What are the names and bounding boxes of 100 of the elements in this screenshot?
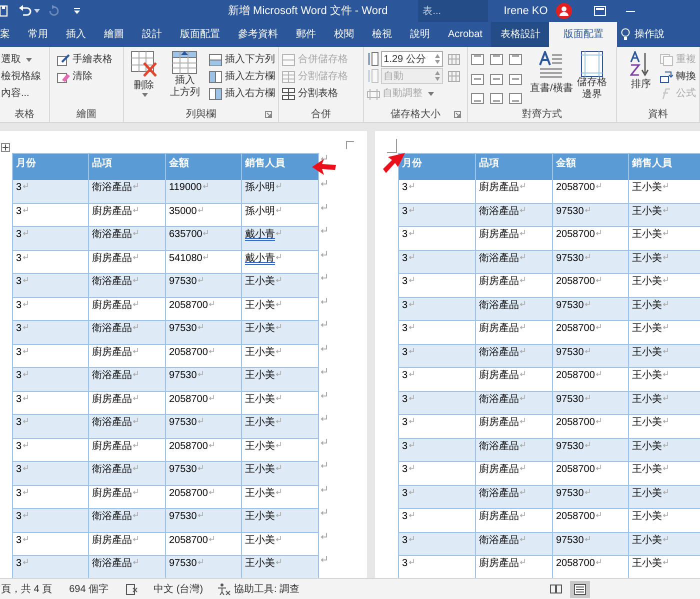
dialog-launcher-icon[interactable]: [454, 110, 461, 118]
insert-left-button[interactable]: 插入左方欄: [209, 68, 276, 85]
ribbon-tab[interactable]: 版面配置: [171, 22, 229, 47]
ribbon-tab[interactable]: 插入: [57, 22, 95, 47]
table-cell: 97530: [169, 322, 197, 336]
end-of-cell-icon: [408, 394, 414, 400]
ribbon-tab[interactable]: 版面配置: [549, 22, 618, 47]
end-of-cell-icon: [198, 465, 203, 470]
language-status[interactable]: 中文 (台灣): [154, 582, 204, 596]
caret-icon[interactable]: [34, 9, 40, 13]
end-of-cell-icon: [133, 465, 138, 470]
table-cell: 戴小青: [245, 252, 275, 266]
end-of-cell-icon: [663, 324, 668, 329]
ribbon-tab[interactable]: 說明: [401, 22, 439, 47]
align-icon[interactable]: [508, 54, 522, 65]
minimize-icon[interactable]: [626, 10, 635, 12]
table-cell: 廚房產品: [92, 252, 132, 266]
align-icon[interactable]: [470, 93, 484, 104]
sort-button[interactable]: 排序: [630, 51, 652, 106]
column-header: 金額: [169, 156, 189, 171]
ribbon-tab[interactable]: 校閱: [325, 22, 363, 47]
end-of-cell-icon: [596, 559, 601, 564]
split-table-icon: [282, 88, 296, 100]
end-of-cell-icon: [520, 206, 525, 212]
table-cell: 王小美: [245, 322, 275, 336]
dialog-launcher-icon[interactable]: [265, 110, 272, 118]
align-icon[interactable]: [490, 74, 503, 85]
undo-icon[interactable]: [18, 5, 32, 17]
ribbon-tab[interactable]: 案: [0, 22, 19, 47]
align-icon[interactable]: [508, 74, 522, 85]
end-of-cell-icon: [276, 254, 281, 258]
align-icon[interactable]: [490, 54, 503, 65]
customize-icon[interactable]: [74, 8, 80, 14]
ribbon-tab[interactable]: 檢視: [363, 22, 401, 47]
ribbon-tab[interactable]: Acrobat: [439, 22, 492, 47]
table-cell: 王小美: [245, 534, 275, 548]
end-of-cell-icon: [22, 465, 28, 470]
convert-button[interactable]: 轉換: [660, 68, 696, 85]
ribbon-tab[interactable]: 表格設計: [491, 22, 550, 47]
ribbon-tab[interactable]: 參考資料: [229, 22, 287, 47]
table-cell: 衛浴產品: [479, 486, 519, 500]
ribbon-tab[interactable]: 郵件: [287, 22, 325, 47]
table-cell: 廚房產品: [479, 275, 519, 289]
end-of-cell-icon: [408, 559, 414, 564]
save-icon[interactable]: [0, 5, 8, 17]
align-icon[interactable]: [490, 93, 503, 104]
table-cell: 衛浴產品: [92, 416, 132, 430]
table-cell: 王小美: [245, 392, 275, 406]
select-button[interactable]: 選取: [1, 51, 41, 68]
end-of-row-icon: [321, 321, 327, 327]
page-count[interactable]: 頁，共 4 頁: [1, 582, 52, 596]
end-of-cell-icon: [276, 206, 281, 212]
text-direction-button[interactable]: 直書/橫書: [530, 51, 573, 106]
end-of-cell-icon: [520, 394, 525, 400]
row-height-field[interactable]: 1.29 公分: [380, 51, 443, 67]
align-icon[interactable]: [470, 74, 484, 85]
ribbon-tab[interactable]: 常用: [19, 22, 57, 47]
end-of-cell-icon: [22, 206, 28, 212]
end-of-cell-icon: [663, 230, 668, 235]
end-of-cell-icon: [276, 183, 281, 188]
properties-button[interactable]: 內容...: [1, 85, 41, 102]
table-cell: 衛浴產品: [92, 322, 132, 336]
insert-below-button[interactable]: 插入下方列: [209, 51, 276, 68]
delete-button[interactable]: 刪除: [127, 51, 162, 106]
row-height-icon: [366, 52, 379, 66]
proofing-icon[interactable]: [126, 584, 138, 594]
merge-cells-icon: [282, 54, 296, 66]
ribbon-tab[interactable]: 繪圖: [95, 22, 133, 47]
ribbon-display-icon[interactable]: [594, 6, 606, 16]
draw-table-button[interactable]: 手繪表格: [56, 51, 113, 68]
word-count[interactable]: 694 個字: [69, 582, 109, 596]
end-of-cell-icon: [276, 559, 281, 564]
table-move-handle-icon[interactable]: [1, 143, 10, 152]
read-mode-icon[interactable]: [550, 584, 562, 594]
table-cell: 王小美: [632, 181, 662, 195]
view-gridlines-button[interactable]: 檢視格線: [1, 68, 41, 85]
end-of-cell-icon: [520, 536, 525, 540]
cell-margins-button[interactable]: 儲存格 邊界: [576, 51, 607, 106]
ribbon-tab[interactable]: 設計: [133, 22, 171, 47]
eraser-button[interactable]: 清除: [56, 68, 113, 85]
table-cell: 3: [402, 486, 408, 500]
accessibility-status[interactable]: 協助工具: 調查: [234, 582, 300, 596]
table-cell: 3: [16, 440, 22, 454]
insert-right-button[interactable]: 插入右方欄: [209, 85, 276, 102]
end-of-cell-icon: [520, 442, 525, 446]
split-table-button[interactable]: 分割表格: [282, 85, 348, 102]
align-icon[interactable]: [470, 54, 484, 65]
table-cell: 衛浴產品: [92, 275, 132, 289]
tell-me-field[interactable]: 操作說: [634, 27, 664, 42]
table-cell: 廚房產品: [92, 534, 132, 548]
table-cell: 2058700: [556, 369, 595, 383]
end-of-cell-icon: [663, 277, 668, 282]
accessibility-icon[interactable]: [217, 583, 232, 595]
end-of-cell-icon: [133, 277, 138, 282]
insert-above-button[interactable]: 插入 上方列: [165, 51, 206, 106]
avatar-icon[interactable]: [556, 3, 572, 19]
end-of-cell-icon: [202, 183, 208, 188]
cell-margins-icon: [580, 51, 603, 77]
print-layout-icon[interactable]: [574, 584, 586, 594]
align-icon[interactable]: [508, 93, 522, 104]
